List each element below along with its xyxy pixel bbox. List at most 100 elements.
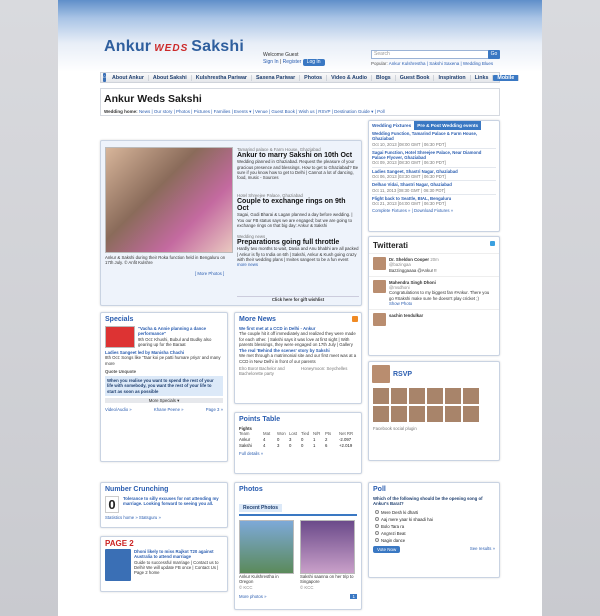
nav-about-ankur[interactable]: About Ankur [108,74,149,81]
crunch-content: 0 Tolerance to silly excuses for not att… [101,496,227,513]
tab-wedding-fixtures[interactable]: Wedding Fixtures [369,121,414,130]
home-icon[interactable]: ⌂ [103,73,107,82]
nav-blogs[interactable]: Blogs [372,74,396,81]
points-full-details-link[interactable]: Full details » [239,451,357,456]
avatar[interactable] [391,406,407,422]
nav-photos[interactable]: Photos [300,74,328,81]
more-specials-button[interactable]: More Specials ▾ [105,398,223,404]
poll-option[interactable]: Bolo Tara ra [375,523,493,530]
more-news-link[interactable]: more news [237,262,359,267]
tab-pre-post-events[interactable]: Pre & Post Wedding events [414,121,482,130]
honeymoon-link[interactable]: Honeymoon: Seychelles [301,366,347,377]
nav-about-sakshi[interactable]: About Sakshi [149,74,192,81]
avatar[interactable] [373,388,389,404]
story-1-title[interactable]: Ankur to marry Sakshi on 10th Oct [237,152,359,159]
fixture-item[interactable]: Ladies Sangeet, Shastri Nagar, Ghaziabad… [372,168,496,182]
welcome-area: Welcome Guest Sign In | Register Log In [263,52,325,66]
khane-peene-link[interactable]: Khane Peene » [154,407,184,412]
tweet[interactable]: sachin tendulkar [369,309,499,329]
search-input[interactable]: Search [371,50,499,59]
fixture-item[interactable]: Flight back to Seattle, BIAL, Bengaluru O… [372,195,496,208]
avatar[interactable] [409,406,425,422]
photos-page-button[interactable]: 1 [350,593,357,600]
page2-label: PAGE 2 [105,539,134,548]
see-results-link[interactable]: See results » [470,546,495,553]
news-item-1[interactable]: We first met at a CCD in Delhi - Ankur T… [235,326,361,347]
crunch-text: Tolerance to silly excuses for not atten… [123,496,219,507]
more-photos-link[interactable]: More photos » [239,594,266,599]
vote-now-button[interactable]: Vote Now [373,545,401,553]
special-item-2[interactable]: Ladies Sangeet led by Manisha Chachi 8th… [101,348,227,368]
feature-photo[interactable] [105,147,233,253]
rsvp-faces [369,386,499,424]
site-logo[interactable]: Ankur WEDS Sakshi [104,38,244,56]
signin-link[interactable]: Sign In [263,59,279,65]
video-audio-link[interactable]: Video/Audio » [105,407,132,412]
poll-option[interactable]: Angrezi Beat [375,530,493,537]
crunch-footer-links[interactable]: Statistics home » Statsguru » [101,513,227,522]
story-3-body: Hardly two months to wait, Dasia and Anu… [237,246,359,262]
avatar[interactable] [445,406,461,422]
avatar[interactable] [445,388,461,404]
login-button[interactable]: Log In [302,59,325,66]
popular-items[interactable]: Ankur Kulshrestha | Sakshi Saxena | Wedd… [389,61,493,66]
nav-links[interactable]: Links [471,74,494,81]
story-2-body: Sagai, Godi Bharai & Lagan planned a day… [237,212,353,228]
tweet[interactable]: Dr. Sheldon Cooper 20m @bazingaa Bazzing… [369,253,499,276]
nav-kulshrestha[interactable]: Kulshrestha Pariwar [192,74,252,81]
poll-title: Poll [373,486,386,493]
search-button[interactable]: Go [488,50,500,59]
avatar[interactable] [463,388,479,404]
nav-inspiration[interactable]: Inspiration [434,74,471,81]
rsvp-title[interactable]: RSVP [393,371,412,378]
special-item-1[interactable]: "Vacha & Annie planning a dance performa… [101,326,227,348]
poll-footer: Vote Now See results » [369,545,499,553]
popular-label: Popular: [371,61,388,66]
poll-option[interactable]: Mere Desh ki dharti [375,509,493,516]
show-photo-link[interactable]: Show Photo [389,301,495,306]
avatar[interactable] [391,388,407,404]
story-3-title[interactable]: Preparations going full throttle [237,239,359,246]
more-photos-link[interactable]: [ More Photos ] [195,271,224,276]
story-1-body: Wedding planned in Ghaziabad. Request th… [237,159,359,181]
nav-saxena[interactable]: Saxena Pariwar [252,74,301,81]
avatar[interactable] [427,388,443,404]
tab-recent-photos[interactable]: Recent Photos [239,504,283,512]
story-2-title[interactable]: Couple to exchange rings on 9th Oct [237,198,359,212]
page2-content[interactable]: Dhoni likely to miss Rajkot T20 against … [101,548,227,582]
fixtures-footer-links[interactable]: Complete Fixtures » | Download Fixtures … [372,208,496,213]
tweet[interactable]: Mahendra Singh Dhoni @msdhoni Congratula… [369,275,499,309]
fixture-item[interactable]: Delhao Vidai, Shastri Nagar, Ghaziabad Oc… [372,181,496,195]
poll-option[interactable]: Nagin dance [375,537,493,544]
nav-mobile[interactable]: Mobile [493,74,520,81]
register-link[interactable]: Register [283,59,302,65]
poll-option[interactable]: Aaj mere yaar ki shaadi hai [375,516,493,523]
page3-link[interactable]: Page 3 » [206,407,223,412]
news-footer: Elro Boro! Bachelor and Bachelorette par… [235,365,361,378]
news-item-2[interactable]: The real 'Behind the scenes' story by Sa… [235,347,361,365]
photo-item[interactable]: Sakshi saanna on her trip to Singapore ©… [300,520,355,590]
photos-footer: More photos » 1 [235,593,361,600]
nav-guestbook[interactable]: Guest Book [396,74,435,81]
photos-box: Photos Recent Photos Ankur Kulshrestha i… [234,482,362,610]
sub-nav: Wedding home: News | Our story | Photos … [104,109,499,115]
nav-video-audio[interactable]: Video & Audio [327,74,373,81]
crunch-number: 0 [105,496,119,513]
title-bar: Ankur Weds Sakshi Wedding home: News | O… [100,88,500,116]
rsvp-header: RSVP [369,362,499,386]
rss-icon[interactable] [352,316,358,322]
page2-headline[interactable]: Dhoni likely to miss Rajkot T20 against … [134,549,223,560]
fixture-item[interactable]: Sagai Function, Hotel Shreejee Palace, N… [372,149,496,168]
subnav-links[interactable]: News | Our story | Photos | Pictures | F… [139,109,385,114]
avatar[interactable] [463,406,479,422]
fixture-item[interactable]: Wedding Function, Tamarind Palace & Farm… [372,130,496,149]
photo-item[interactable]: Ankur Kulshrestha in Oregon © KCC [239,520,294,590]
photos-title: Photos [239,486,263,493]
more-news-box: More News We first met at a CCD in Delhi… [234,312,362,404]
avatar[interactable] [409,388,425,404]
avatar [373,279,386,293]
bachelor-party-link[interactable]: Elro Boro! Bachelor and Bachelorette par… [239,366,295,377]
gift-wishlist-link[interactable]: Click here for gift wishlist [237,296,359,302]
avatar[interactable] [373,406,389,422]
avatar[interactable] [427,406,443,422]
